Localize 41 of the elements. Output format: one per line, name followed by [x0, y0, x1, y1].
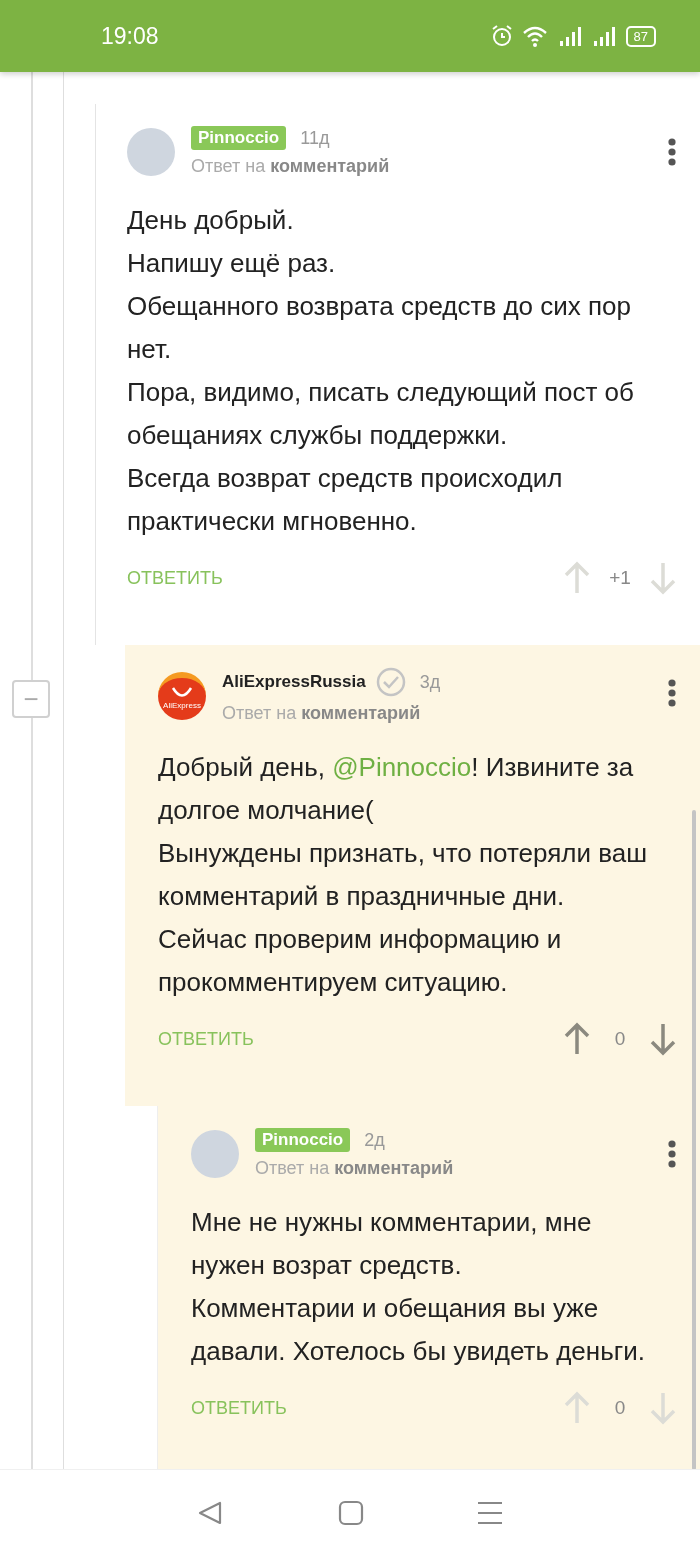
comment-text: День добрый.: [127, 204, 295, 237]
collapse-button[interactable]: −: [12, 680, 50, 718]
signal-icon: [557, 24, 584, 48]
mention-link[interactable]: @Pinnoccio: [332, 752, 472, 782]
comment-text: Комментарии и обещания вы уже давали. Хотелось бы увидеть деньги.: [191, 1292, 646, 1368]
more-options-icon[interactable]: [668, 138, 676, 166]
comment-text: Добрый день, @Pinnoccio! Извините за долгое молчание(: [158, 751, 635, 827]
signal-icon: [591, 24, 618, 48]
vote-score: 0: [613, 1028, 627, 1050]
vote-score: 0: [613, 1397, 627, 1419]
downvote-arrow-icon[interactable]: [650, 1022, 676, 1056]
menu-icon[interactable]: [476, 1500, 504, 1526]
reply-button[interactable]: ОТВЕТИТЬ: [191, 1397, 287, 1419]
battery-level: 87: [625, 25, 656, 47]
logo-label: AliExpress: [163, 701, 201, 710]
status-time: 19:08: [101, 22, 159, 50]
vote-score: +1: [608, 567, 632, 589]
logo-avatar[interactable]: AliExpress: [158, 671, 206, 720]
reply-button[interactable]: ОТВЕТИТЬ: [127, 567, 223, 589]
comment-text: Обещанного возврата средств до сих пор нет.: [127, 290, 633, 366]
reply-button[interactable]: ОТВЕТИТЬ: [158, 1028, 254, 1050]
reply-to-text: Ответ на комментарий: [191, 156, 391, 177]
more-options-icon[interactable]: [668, 1140, 676, 1168]
reply-to-text: Ответ на комментарий: [222, 703, 422, 724]
comment-text: Вынуждены признать, что потеряли ваш комментарий в праздничные дни. Сейчас проверим информацию и прокомментируем ситуацию.: [158, 837, 648, 999]
comment-text: Напишу ещё раз.: [127, 247, 337, 280]
comment-age: 11д: [300, 127, 330, 149]
more-options-icon[interactable]: [668, 679, 676, 707]
upvote-arrow-icon[interactable]: [564, 1022, 590, 1056]
comment-text: Всегда возврат средств происходил практически мгновенно.: [127, 462, 564, 538]
username-link[interactable]: AliExpressRussia: [222, 672, 366, 692]
username-link[interactable]: Pinnoccio: [191, 126, 287, 150]
comment-age: 2д: [364, 1129, 385, 1151]
username-link[interactable]: Pinnoccio: [255, 1128, 351, 1152]
home-icon[interactable]: [338, 1500, 364, 1526]
comment-text: Пора, видимо, писать следующий пост об обещаниях службы поддержки.: [127, 376, 635, 452]
smile-icon: [171, 687, 193, 699]
comment-text: Мне не нужны комментарии, мне нужен возрат средств.: [191, 1206, 593, 1282]
comment-age: 3д: [419, 671, 441, 693]
scrollbar[interactable]: [692, 810, 696, 1469]
reply-to-text: Ответ на комментарий: [255, 1158, 455, 1179]
